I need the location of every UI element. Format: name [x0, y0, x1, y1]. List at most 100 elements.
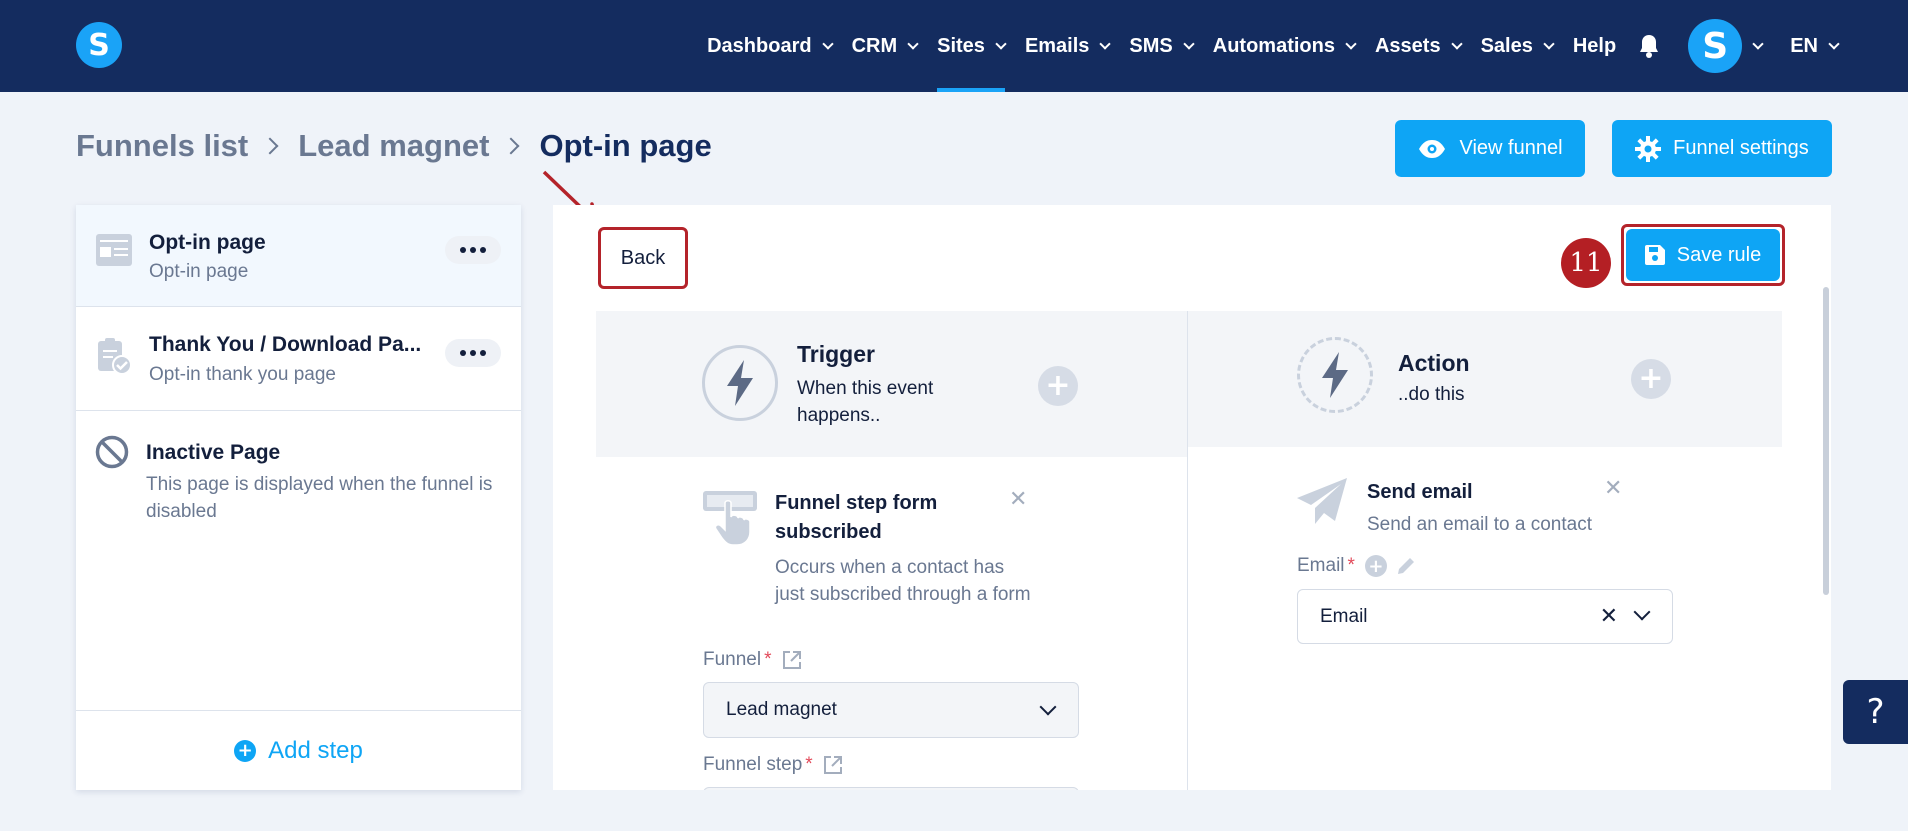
step-item-inactive-page[interactable]: Inactive Page This page is displayed whe…: [76, 411, 521, 591]
bell-icon[interactable]: [1638, 33, 1660, 59]
page-title: Opt-in page: [539, 128, 712, 163]
chevron-down-icon: [821, 37, 834, 50]
remove-action-icon[interactable]: ✕: [1604, 476, 1622, 501]
nav-help[interactable]: Help: [1573, 0, 1616, 92]
nav-crm[interactable]: CRM: [852, 0, 919, 92]
page-layout-icon: [96, 234, 132, 266]
save-rule-button[interactable]: Save rule: [1626, 229, 1780, 281]
gear-icon: [1635, 135, 1662, 162]
funnel-step-field-label: Funnel step *: [703, 754, 843, 776]
nav-emails-label: Emails: [1024, 34, 1090, 57]
nav-assets-label: Assets: [1374, 34, 1441, 57]
add-trigger-button[interactable]: +: [1038, 366, 1078, 406]
view-funnel-button[interactable]: View funnel: [1395, 120, 1585, 177]
email-label-text: Email: [1297, 555, 1345, 576]
chevron-down-icon: [1828, 37, 1840, 50]
step-item-thank-you-page[interactable]: Thank You / Download Pa... Opt-in thank …: [76, 307, 521, 411]
nav-emails[interactable]: Emails: [1024, 0, 1112, 92]
plus-circle-icon: +: [234, 739, 257, 762]
funnel-settings-button[interactable]: Funnel settings: [1612, 120, 1832, 177]
nav-dashboard-label: Dashboard: [707, 34, 812, 57]
chevron-down-icon: [1039, 698, 1057, 716]
language-label: EN: [1790, 34, 1818, 57]
panel-scrollbar[interactable]: [1823, 287, 1829, 595]
step-more-button[interactable]: [445, 236, 501, 264]
nav-help-label: Help: [1572, 34, 1617, 57]
hand-pointer-icon: [703, 491, 757, 546]
step-title: Inactive Page: [146, 441, 281, 464]
nav-automations-label: Automations: [1212, 34, 1335, 57]
add-step-button[interactable]: + Add step: [76, 710, 521, 790]
remove-trigger-icon[interactable]: ✕: [1009, 487, 1027, 512]
step-item-opt-in-page[interactable]: Opt-in page Opt-in page: [76, 205, 521, 307]
nav-assets[interactable]: Assets: [1374, 0, 1463, 92]
pencil-icon[interactable]: [1395, 555, 1417, 577]
action-card-title: Send email: [1367, 481, 1473, 503]
save-rule-label: Save rule: [1676, 243, 1762, 266]
nav-sales-label: Sales: [1480, 34, 1533, 57]
chevron-down-icon: [1450, 37, 1463, 50]
funnel-select[interactable]: Lead magnet: [703, 682, 1079, 738]
add-step-label: Add step: [268, 736, 363, 764]
user-menu[interactable]: S: [1688, 19, 1764, 73]
clear-selection-icon[interactable]: ✕: [1600, 604, 1618, 629]
trigger-subtitle: When this event happens..: [797, 378, 934, 426]
chevron-right-icon: [261, 137, 279, 155]
view-funnel-label: View funnel: [1459, 137, 1563, 159]
help-button[interactable]: ?: [1843, 680, 1908, 744]
breadcrumb-funnels-list[interactable]: Funnels list: [76, 128, 248, 164]
paper-plane-icon: [1297, 478, 1347, 524]
funnel-select-value: Lead magnet: [726, 699, 837, 720]
chevron-down-icon: [1633, 603, 1651, 621]
step-more-button[interactable]: [445, 339, 501, 367]
funnel-field-label: Funnel *: [703, 649, 802, 671]
email-select[interactable]: Email ✕: [1297, 589, 1673, 644]
rule-editor-panel: Back 11 Save rule Trigger When this even…: [553, 205, 1831, 790]
floppy-disk-icon: [1644, 245, 1665, 265]
breadcrumb: Funnels list Lead magnet Opt-in page: [76, 128, 712, 164]
clipboard-check-icon: [98, 338, 132, 375]
nav-sites-label: Sites: [937, 34, 985, 57]
funnel-label-text: Funnel: [703, 649, 762, 670]
chevron-down-icon: [907, 37, 919, 50]
nav-automations[interactable]: Automations: [1212, 0, 1357, 92]
action-card-description: Send an email to a contact: [1367, 514, 1592, 535]
eye-icon: [1419, 139, 1446, 158]
add-action-button[interactable]: +: [1631, 359, 1671, 399]
back-button[interactable]: Back: [598, 227, 688, 289]
nav-sales[interactable]: Sales: [1480, 0, 1555, 92]
chevron-down-icon: [1345, 37, 1357, 50]
action-subtitle: ..do this: [1398, 384, 1465, 405]
avatar: S: [1688, 19, 1743, 73]
chevron-down-icon: [1752, 37, 1764, 50]
step-subtitle: Opt-in thank you page: [149, 364, 336, 385]
external-link-icon[interactable]: [782, 650, 802, 670]
lightning-icon: [702, 345, 778, 421]
top-nav-bar: S Dashboard CRM Sites Emails SMS Automat…: [0, 0, 1908, 92]
nav-sms-label: SMS: [1129, 34, 1173, 57]
step-subtitle: This page is displayed when the funnel i…: [146, 474, 493, 522]
trigger-card-title: Funnel step form subscribed: [775, 492, 938, 543]
chevron-right-icon: [502, 137, 520, 155]
add-email-icon[interactable]: +: [1364, 555, 1387, 577]
external-link-icon[interactable]: [823, 755, 843, 775]
funnel-step-select[interactable]: [703, 787, 1079, 790]
chevron-down-icon: [1099, 37, 1112, 50]
app-logo[interactable]: S: [76, 22, 122, 68]
nav-dashboard[interactable]: Dashboard: [707, 0, 834, 92]
nav-sms[interactable]: SMS: [1129, 0, 1195, 92]
step-title: Opt-in page: [149, 231, 266, 254]
email-field-label: Email * +: [1297, 555, 1417, 577]
action-title: Action: [1398, 350, 1470, 376]
language-selector[interactable]: EN: [1790, 34, 1840, 58]
breadcrumb-lead-magnet[interactable]: Lead magnet: [298, 128, 489, 164]
action-header: [1188, 311, 1782, 447]
ban-icon: [95, 435, 129, 469]
step-title: Thank You / Download Pa...: [149, 333, 422, 356]
nav-sites[interactable]: Sites: [937, 0, 1007, 92]
step-number-badge: 11: [1561, 238, 1611, 288]
funnel-settings-label: Funnel settings: [1673, 137, 1809, 159]
chevron-down-icon: [1543, 37, 1555, 50]
step-subtitle: Opt-in page: [149, 261, 249, 282]
lightning-icon: [1297, 337, 1373, 413]
